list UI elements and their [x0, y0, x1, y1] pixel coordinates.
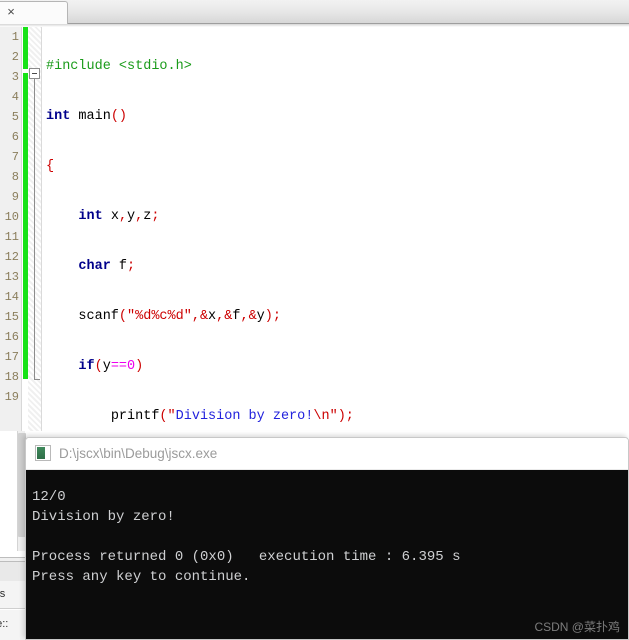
panel-row-logs-label: ers [0, 588, 6, 600]
console-app-icon [35, 445, 51, 461]
code-line: if(y==0) [78, 359, 144, 374]
code-editor[interactable]: 1 2 3 4 5 6 7 8 9 10 11 12 13 14 15 16 17 18 19 #include <… [0, 27, 629, 431]
console-window[interactable]: D:\jscx\bin\Debug\jscx.exe 12/0 Division… [25, 437, 629, 640]
line-number: 11 [4, 230, 19, 244]
line-number: 12 [4, 250, 19, 264]
fold-range-line [34, 79, 35, 379]
line-number: 18 [4, 370, 19, 384]
line-number: 7 [11, 150, 19, 164]
line-number: 8 [11, 170, 19, 184]
console-output-text: 12/0 Division by zero! Process returned … [32, 489, 461, 585]
line-number: 9 [11, 190, 19, 204]
code-line: printf("Division by zero!\n"); [110, 409, 354, 424]
code-text-area[interactable]: #include <stdio.h> int main() { int x,y,… [42, 27, 629, 431]
line-number: 3 [11, 70, 19, 84]
code-line: int x,y,z; [78, 209, 160, 224]
panel-row-code-label: de:: [0, 618, 9, 630]
console-output-area[interactable]: 12/0 Division by zero! Process returned … [26, 470, 628, 639]
line-number-gutter: 1 2 3 4 5 6 7 8 9 10 11 12 13 14 15 16 17 18 19 [0, 27, 22, 431]
editor-tab-active[interactable]: × [0, 1, 68, 24]
ide-screenshot: × 1 2 3 4 5 6 7 8 9 10 11 12 13 14 15 16 17 18 19 #include… [0, 0, 629, 640]
panel-row-code[interactable]: de:: [0, 610, 25, 640]
panel-vertical-scrollbar[interactable] [17, 431, 26, 551]
editor-tab-bar: × [0, 0, 629, 24]
line-number: 4 [11, 90, 19, 104]
code-line: #include <stdio.h> [46, 59, 192, 74]
code-line: int main() [46, 109, 128, 124]
close-icon[interactable]: × [4, 5, 18, 19]
line-number: 15 [4, 310, 19, 324]
code-folding-gutter[interactable] [28, 27, 42, 431]
line-number: 10 [4, 210, 19, 224]
fold-range-end [34, 379, 40, 380]
watermark-label: CSDN @菜扑鸡 [534, 620, 620, 634]
line-number: 16 [4, 330, 19, 344]
console-title-bar[interactable]: D:\jscx\bin\Debug\jscx.exe [26, 438, 628, 470]
panel-row-logs[interactable]: ers [0, 581, 25, 609]
console-title-text: D:\jscx\bin\Debug\jscx.exe [59, 446, 218, 461]
code-line: scanf("%d%c%d",&x,&f,&y); [78, 309, 281, 324]
panel-divider-3 [0, 562, 25, 581]
line-number: 17 [4, 350, 19, 364]
line-number: 14 [4, 290, 19, 304]
line-number: 1 [11, 30, 19, 44]
code-line: char f; [78, 259, 136, 274]
line-number: 6 [11, 130, 19, 144]
code-line: { [46, 159, 55, 174]
fold-collapse-icon[interactable] [29, 68, 40, 79]
line-number: 2 [11, 50, 19, 64]
line-number: 19 [4, 390, 19, 404]
line-number: 13 [4, 270, 19, 284]
line-number: 5 [11, 110, 19, 124]
